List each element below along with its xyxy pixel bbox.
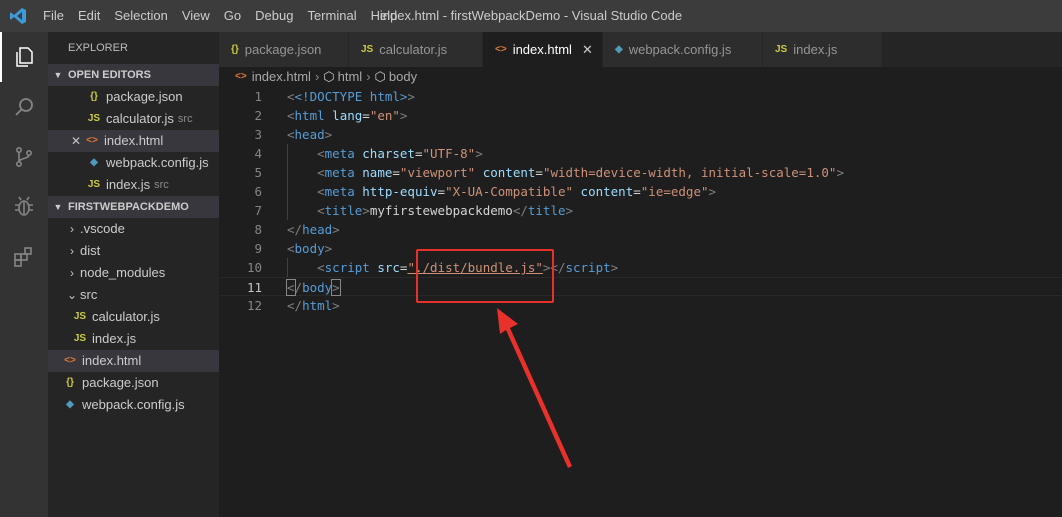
- annotation-arrow: [497, 308, 572, 468]
